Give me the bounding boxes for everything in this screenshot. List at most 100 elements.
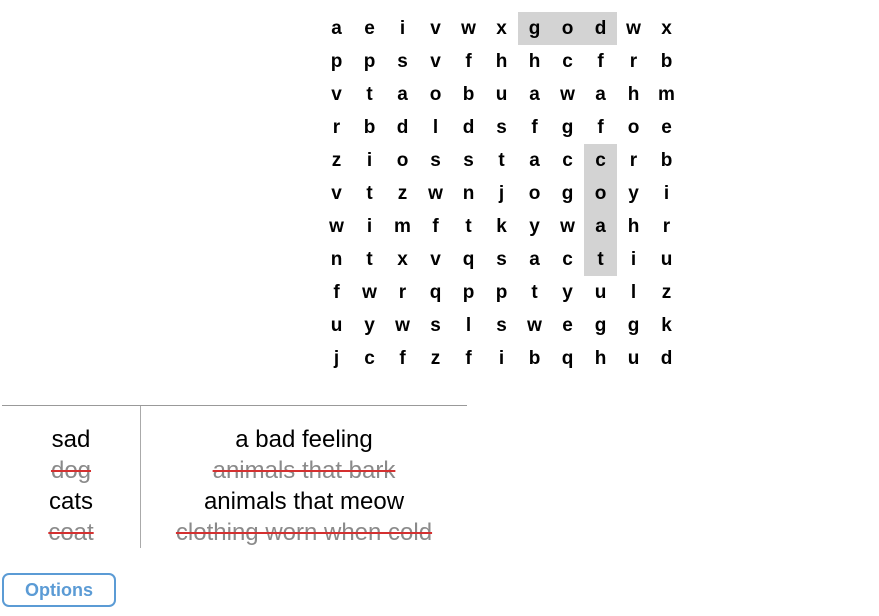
grid-cell[interactable]: e [650, 111, 683, 144]
grid-cell[interactable]: a [320, 12, 353, 45]
grid-cell[interactable]: f [518, 111, 551, 144]
grid-cell[interactable]: b [650, 144, 683, 177]
grid-cell[interactable]: q [419, 276, 452, 309]
grid-cell[interactable]: u [485, 78, 518, 111]
grid-cell[interactable]: d [650, 342, 683, 375]
grid-cell[interactable]: e [353, 12, 386, 45]
grid-cell[interactable]: b [452, 78, 485, 111]
grid-cell[interactable]: g [551, 111, 584, 144]
grid-cell[interactable]: s [419, 144, 452, 177]
grid-cell[interactable]: g [584, 309, 617, 342]
grid-cell[interactable]: a [518, 243, 551, 276]
grid-cell[interactable]: h [617, 78, 650, 111]
grid-cell[interactable]: g [518, 12, 551, 45]
grid-cell[interactable]: w [386, 309, 419, 342]
grid-cell[interactable]: r [617, 45, 650, 78]
grid-cell[interactable]: r [617, 144, 650, 177]
grid-cell[interactable]: m [650, 78, 683, 111]
grid-cell[interactable]: p [452, 276, 485, 309]
grid-cell[interactable]: l [617, 276, 650, 309]
grid-cell[interactable]: d [386, 111, 419, 144]
grid-cell[interactable]: x [386, 243, 419, 276]
grid-cell[interactable]: r [650, 210, 683, 243]
grid-cell[interactable]: z [650, 276, 683, 309]
grid-cell[interactable]: w [617, 12, 650, 45]
grid-cell[interactable]: y [551, 276, 584, 309]
grid-cell[interactable]: y [617, 177, 650, 210]
grid-cell[interactable]: s [485, 111, 518, 144]
grid-cell[interactable]: h [584, 342, 617, 375]
grid-cell[interactable]: n [452, 177, 485, 210]
grid-cell[interactable]: t [452, 210, 485, 243]
grid-cell[interactable]: c [551, 45, 584, 78]
grid-cell[interactable]: y [353, 309, 386, 342]
grid-cell[interactable]: d [584, 12, 617, 45]
grid-cell[interactable]: o [518, 177, 551, 210]
grid-cell[interactable]: w [551, 210, 584, 243]
grid-cell[interactable]: u [617, 342, 650, 375]
grid-cell[interactable]: w [452, 12, 485, 45]
grid-cell[interactable]: t [353, 243, 386, 276]
grid-cell[interactable]: f [452, 342, 485, 375]
options-button[interactable]: Options [2, 573, 116, 607]
grid-cell[interactable]: r [320, 111, 353, 144]
grid-cell[interactable]: t [584, 243, 617, 276]
grid-cell[interactable]: l [419, 111, 452, 144]
grid-cell[interactable]: c [551, 144, 584, 177]
grid-cell[interactable]: t [353, 177, 386, 210]
grid-cell[interactable]: a [584, 78, 617, 111]
grid-cell[interactable]: f [386, 342, 419, 375]
grid-cell[interactable]: w [518, 309, 551, 342]
grid-cell[interactable]: s [452, 144, 485, 177]
grid-cell[interactable]: u [320, 309, 353, 342]
grid-cell[interactable]: w [353, 276, 386, 309]
grid-cell[interactable]: f [320, 276, 353, 309]
grid-cell[interactable]: w [419, 177, 452, 210]
grid-cell[interactable]: q [452, 243, 485, 276]
grid-cell[interactable]: o [617, 111, 650, 144]
grid-cell[interactable]: o [419, 78, 452, 111]
grid-cell[interactable]: b [650, 45, 683, 78]
grid-cell[interactable]: w [551, 78, 584, 111]
grid-cell[interactable]: s [419, 309, 452, 342]
grid-cell[interactable]: t [485, 144, 518, 177]
grid-cell[interactable]: z [320, 144, 353, 177]
grid-cell[interactable]: y [518, 210, 551, 243]
grid-cell[interactable]: x [650, 12, 683, 45]
grid-cell[interactable]: z [386, 177, 419, 210]
grid-cell[interactable]: k [485, 210, 518, 243]
grid-cell[interactable]: f [452, 45, 485, 78]
grid-cell[interactable]: i [353, 144, 386, 177]
grid-cell[interactable]: f [584, 45, 617, 78]
grid-cell[interactable]: w [320, 210, 353, 243]
grid-cell[interactable]: t [353, 78, 386, 111]
grid-cell[interactable]: c [551, 243, 584, 276]
grid-cell[interactable]: o [386, 144, 419, 177]
grid-cell[interactable]: o [551, 12, 584, 45]
grid-cell[interactable]: a [584, 210, 617, 243]
grid-cell[interactable]: a [386, 78, 419, 111]
grid-cell[interactable]: p [320, 45, 353, 78]
grid-cell[interactable]: j [320, 342, 353, 375]
grid-cell[interactable]: h [617, 210, 650, 243]
grid-cell[interactable]: q [551, 342, 584, 375]
grid-cell[interactable]: d [452, 111, 485, 144]
grid-cell[interactable]: v [419, 45, 452, 78]
grid-cell[interactable]: g [617, 309, 650, 342]
grid-cell[interactable]: u [650, 243, 683, 276]
grid-cell[interactable]: u [584, 276, 617, 309]
grid-cell[interactable]: h [485, 45, 518, 78]
grid-cell[interactable]: z [419, 342, 452, 375]
grid-cell[interactable]: i [617, 243, 650, 276]
grid-cell[interactable]: a [518, 144, 551, 177]
grid-cell[interactable]: j [485, 177, 518, 210]
grid-cell[interactable]: s [386, 45, 419, 78]
grid-cell[interactable]: i [650, 177, 683, 210]
grid-cell[interactable]: s [485, 309, 518, 342]
grid-cell[interactable]: v [320, 78, 353, 111]
grid-cell[interactable]: h [518, 45, 551, 78]
grid-cell[interactable]: p [353, 45, 386, 78]
grid-cell[interactable]: k [650, 309, 683, 342]
grid-cell[interactable]: x [485, 12, 518, 45]
grid-cell[interactable]: a [518, 78, 551, 111]
